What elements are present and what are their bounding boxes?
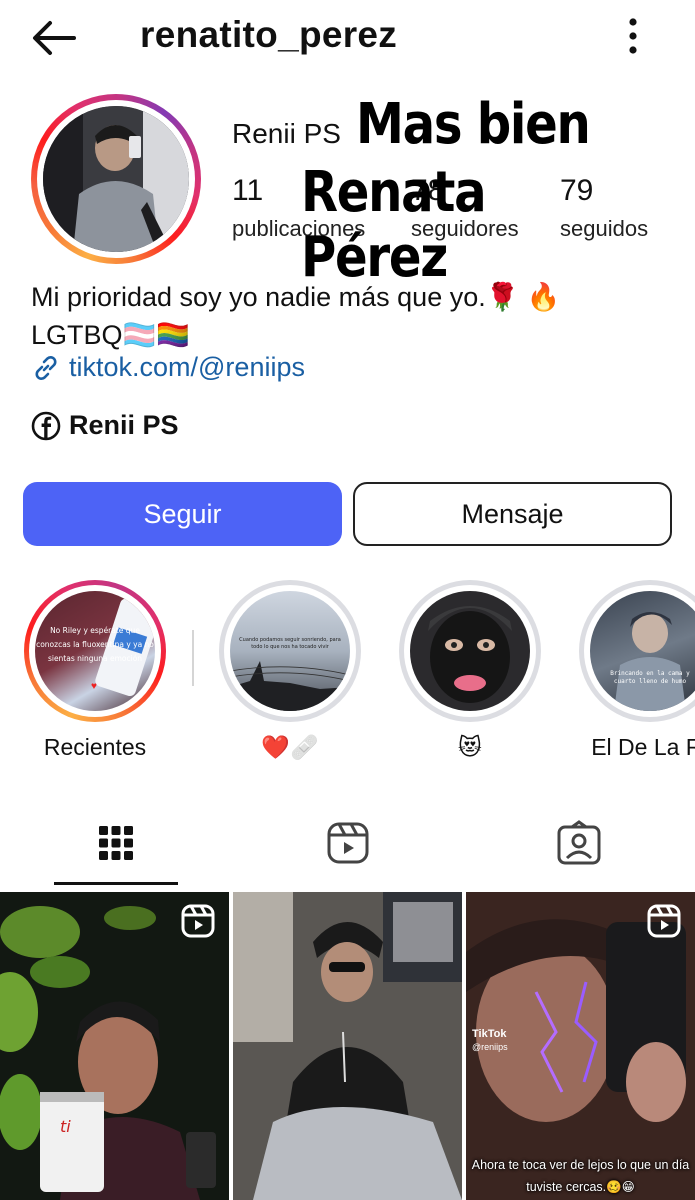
highlight-cover: No Riley y espérate que conozcas la fluo…: [35, 591, 155, 711]
highlight-label: ❤️🩹: [261, 734, 319, 760]
top-bar: renatito_perez: [0, 0, 695, 78]
more-options-button[interactable]: [618, 14, 648, 58]
grid-icon: [99, 826, 133, 860]
tiktok-watermark: TikTok @reniips: [472, 1028, 508, 1052]
overlay-text-line-1: Mas bien: [356, 92, 591, 157]
svg-text:cuarto lleno de humo: cuarto lleno de humo: [614, 678, 687, 685]
overlay-text-line-2: Renata Pérez: [301, 160, 487, 290]
more-vertical-icon: [629, 18, 637, 54]
svg-text:Cuando podamos seguir sonriend: Cuando podamos seguir sonriendo, para: [239, 637, 341, 643]
tab-tagged[interactable]: [517, 800, 641, 886]
facebook-link[interactable]: Renii PS: [31, 410, 179, 441]
reel-badge-icon: [181, 904, 215, 938]
grid-post[interactable]: ti: [0, 892, 229, 1200]
back-button[interactable]: [28, 16, 80, 60]
reel-badge-icon: [647, 904, 681, 938]
highlight-recientes[interactable]: No Riley y espérate que conozcas la fluo…: [24, 580, 166, 761]
svg-text:No Riley y espérate que: No Riley y espérate que: [50, 626, 140, 635]
highlight-heart[interactable]: Cuando podamos seguir sonriendo, para to…: [219, 580, 361, 761]
bio-link-text: tiktok.com/@reniips: [69, 352, 305, 382]
facebook-name: Renii PS: [69, 410, 179, 440]
svg-text:♥: ♥: [91, 681, 97, 692]
highlight-cover: Brincando en la cama y cuarto lleno de h…: [590, 591, 695, 711]
facebook-icon: [31, 411, 61, 440]
arrow-left-icon: [33, 21, 76, 55]
reels-icon: [327, 822, 369, 864]
tab-grid[interactable]: [54, 800, 178, 886]
tagged-icon: [557, 820, 601, 865]
bio-line-1: Mi prioridad soy yo nadie más que yo.🌹 🔥: [31, 282, 561, 312]
highlight-cover: Cuando podamos seguir sonriendo, para to…: [230, 591, 350, 711]
display-name: Renii PS: [232, 118, 341, 149]
svg-text:todo lo que nos ha tocado vivi: todo lo que nos ha tocado vivir: [251, 644, 329, 650]
grid-post[interactable]: TikTok @reniips Ahora te toca ver de lej…: [466, 892, 695, 1200]
svg-text:ti: ti: [60, 1117, 71, 1136]
profile-avatar[interactable]: [31, 94, 201, 264]
svg-text:conozcas la fluoxentina y ya n: conozcas la fluoxentina y ya no: [36, 640, 154, 649]
link-icon: [35, 355, 57, 380]
bio-link[interactable]: tiktok.com/@reniips: [31, 352, 305, 383]
profile-tabs: [0, 800, 695, 888]
highlight-label: Recientes: [43, 734, 147, 760]
svg-text:sientas ninguna emoción: sientas ninguna emoción: [48, 654, 142, 663]
highlight-cat-face[interactable]: 😻: [399, 580, 541, 761]
bio-line-2: LGTBQ🏳️‍⚧️🏳️‍🌈: [31, 320, 190, 350]
post-caption: Ahora te toca ver de lejos lo que un día…: [471, 1158, 690, 1194]
follow-button[interactable]: Seguir: [23, 482, 342, 546]
active-tab-indicator: [54, 882, 178, 885]
highlight-label: El De La R.: [591, 734, 695, 760]
highlight-cover: [410, 591, 530, 711]
highlight-el-de-la-r[interactable]: Brincando en la cama y cuarto lleno de h…: [579, 580, 695, 761]
profile-photo: [43, 106, 189, 252]
profile-username: renatito_perez: [140, 14, 398, 55]
highlight-label: 😻: [458, 734, 482, 760]
highlights-divider: [192, 630, 194, 686]
tab-reels[interactable]: [286, 800, 410, 886]
svg-text:Brincando en la cama y: Brincando en la cama y: [610, 670, 690, 677]
bio: Mi prioridad soy yo nadie más que yo.🌹 🔥…: [31, 278, 560, 354]
message-button[interactable]: Mensaje: [353, 482, 672, 546]
grid-post[interactable]: [233, 892, 462, 1200]
